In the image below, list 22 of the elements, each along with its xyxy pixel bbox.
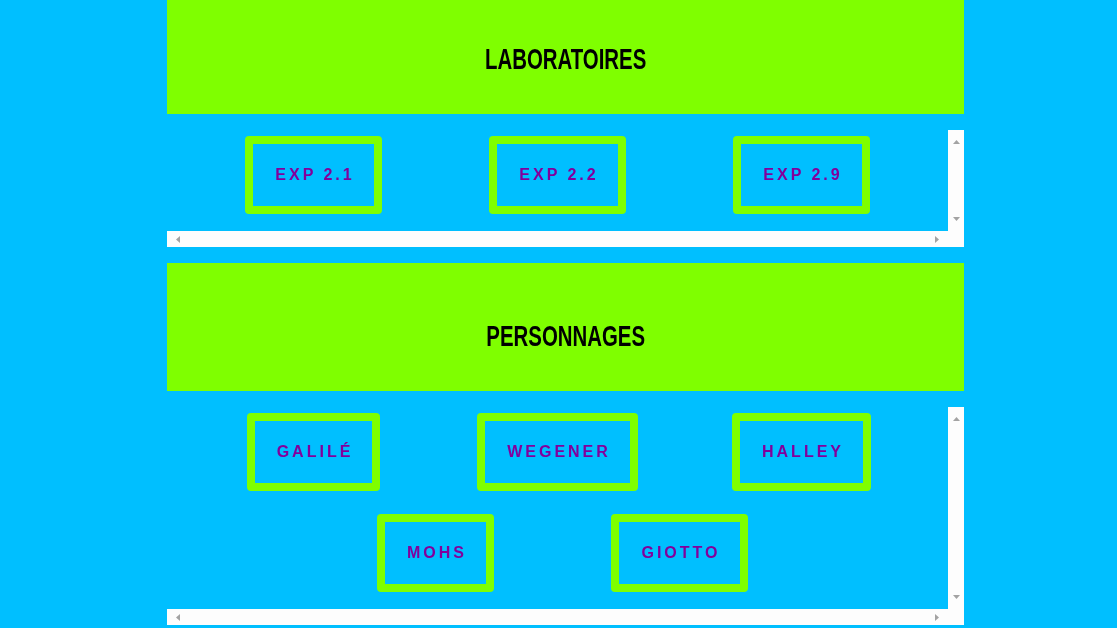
section-title: LABORATOIRES [484, 42, 647, 76]
nav-button[interactable]: GALILÉ [246, 413, 381, 491]
nav-button[interactable]: EXP 2.1 [245, 136, 382, 214]
left-arrow-icon[interactable] [176, 613, 180, 621]
nav-button[interactable]: MOHS [377, 514, 494, 592]
right-arrow-icon[interactable] [935, 613, 939, 621]
down-arrow-icon[interactable] [952, 595, 960, 599]
horizontal-scrollbar[interactable] [167, 231, 948, 247]
nav-button[interactable]: GIOTTO [611, 514, 748, 592]
nav-button[interactable]: EXP 2.9 [733, 136, 870, 214]
down-arrow-icon[interactable] [952, 217, 960, 221]
horizontal-scrollbar[interactable] [167, 609, 948, 625]
nav-button[interactable]: HALLEY [732, 413, 871, 491]
left-arrow-icon[interactable] [176, 235, 180, 243]
vertical-scrollbar[interactable] [948, 130, 964, 231]
section-title: PERSONNAGES [486, 319, 645, 353]
nav-button[interactable]: EXP 2.2 [489, 136, 626, 214]
up-arrow-icon[interactable] [952, 417, 960, 421]
nav-button[interactable]: WEGENER [477, 413, 638, 491]
right-arrow-icon[interactable] [935, 235, 939, 243]
up-arrow-icon[interactable] [952, 140, 960, 144]
vertical-scrollbar[interactable] [948, 407, 964, 609]
